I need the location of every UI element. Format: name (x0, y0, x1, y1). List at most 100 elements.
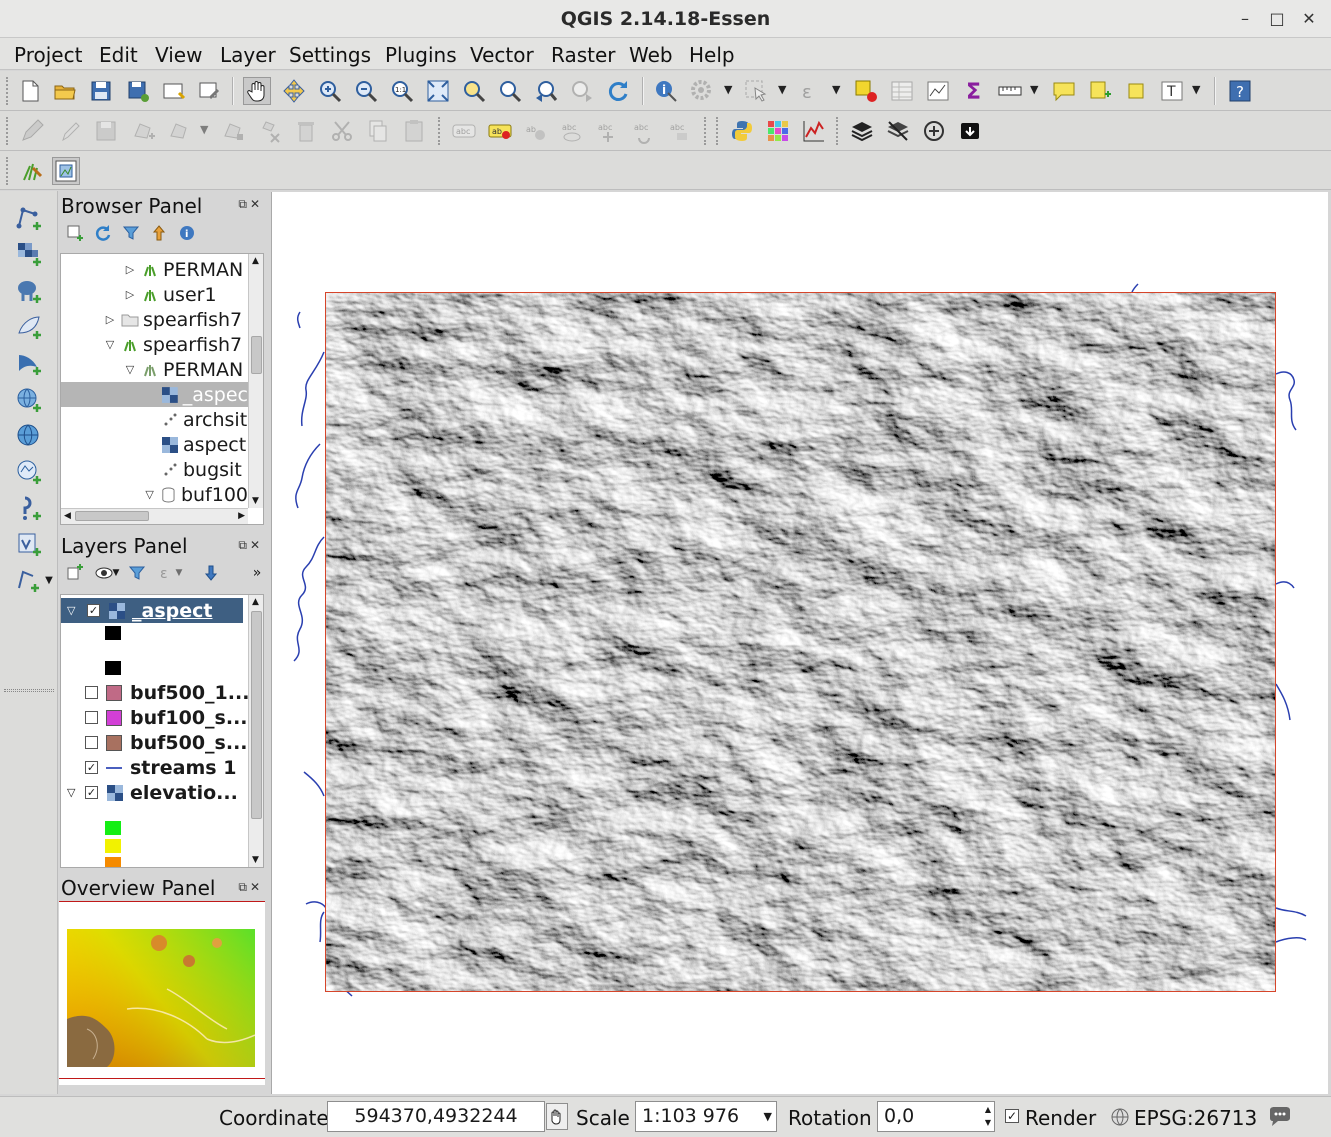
menu-settings[interactable]: Settings (289, 43, 371, 67)
close-button[interactable]: ✕ (1298, 8, 1320, 30)
new-project-icon[interactable] (16, 77, 44, 105)
filter-by-expression-icon[interactable]: ε ▼ (155, 563, 185, 583)
layer-row[interactable]: buf100_s... (85, 705, 248, 730)
crs-label[interactable]: EPSG:26713 (1134, 1106, 1257, 1130)
layer-visibility-checkbox[interactable] (85, 736, 98, 749)
layers-panel-buttons[interactable]: ⧉✕ (238, 538, 263, 553)
move-feature-icon[interactable] (166, 117, 194, 145)
minimize-button[interactable]: – (1234, 8, 1256, 30)
save-as-icon[interactable] (124, 77, 152, 105)
menu-raster[interactable]: Raster (551, 43, 616, 67)
map-canvas[interactable] (271, 192, 1328, 1094)
menu-plugins[interactable]: Plugins (385, 43, 457, 67)
raster-calculator-icon[interactable] (764, 117, 792, 145)
browser-item[interactable]: ▷ PERMAN (123, 257, 248, 282)
zoom-next-icon[interactable] (568, 77, 596, 105)
refresh-icon[interactable] (604, 77, 632, 105)
toggle-extents-icon[interactable] (546, 1103, 568, 1130)
profile-tool-icon[interactable] (800, 117, 828, 145)
add-raster-layer-icon[interactable] (14, 239, 44, 269)
layers-stack-icon[interactable] (848, 117, 876, 145)
browser-item[interactable]: ▽ spearfish7 (103, 332, 248, 357)
open-project-icon[interactable] (51, 77, 79, 105)
overview-map[interactable] (59, 901, 265, 1085)
chevron-down-icon[interactable]: ▼ (764, 1110, 772, 1123)
zoom-to-selection-icon[interactable] (460, 77, 488, 105)
cut-features-icon[interactable] (328, 117, 356, 145)
zoom-to-layer-icon[interactable] (496, 77, 524, 105)
add-delimited-text-icon[interactable] (14, 493, 44, 523)
layer-labeling-icon[interactable]: ab (486, 117, 514, 145)
toolbar-splitter[interactable] (4, 689, 54, 692)
select-features-icon[interactable] (742, 77, 770, 105)
new-layer-dropdown-icon[interactable]: ▼ (14, 565, 54, 595)
map-tips-icon[interactable] (1050, 77, 1078, 105)
browser-item[interactable]: archsit (161, 407, 248, 432)
browser-item[interactable]: bugsit (161, 457, 248, 482)
expand-all-icon[interactable] (201, 563, 221, 583)
layer-visibility-checkbox[interactable]: ✓ (85, 786, 98, 799)
filter-legend-icon[interactable] (127, 563, 147, 583)
browser-vertical-scrollbar[interactable]: ▲ ▼ (248, 254, 263, 508)
add-virtual-layer-icon[interactable] (14, 529, 44, 559)
menu-vector[interactable]: Vector (470, 43, 534, 67)
add-circle-icon[interactable] (920, 117, 948, 145)
layer-visibility-checkbox[interactable]: ✓ (85, 761, 98, 774)
measure-line-icon[interactable] (996, 77, 1024, 105)
field-calculator-icon[interactable] (924, 77, 952, 105)
layers-vertical-scrollbar[interactable]: ▲ ▼ (248, 595, 263, 867)
whats-this-help-icon[interactable]: ? (1226, 77, 1254, 105)
add-group-icon[interactable] (65, 563, 85, 583)
label-toolbar-icon[interactable]: abc (450, 117, 478, 145)
save-project-icon[interactable] (87, 77, 115, 105)
new-print-composer-icon[interactable] (160, 77, 188, 105)
delete-icon[interactable] (292, 117, 320, 145)
pin-labels-icon[interactable]: ab (522, 117, 550, 145)
layer-visibility-checkbox[interactable] (85, 686, 98, 699)
menu-project[interactable]: Project (14, 43, 82, 67)
deselect-features-icon[interactable] (852, 77, 880, 105)
zoom-in-icon[interactable] (316, 77, 344, 105)
paste-features-icon[interactable] (400, 117, 428, 145)
crs-globe-icon[interactable] (1110, 1107, 1130, 1127)
overview-panel-buttons[interactable]: ⧉✕ (238, 880, 263, 895)
select-by-expression-icon[interactable]: ε (796, 77, 824, 105)
refresh-browser-icon[interactable] (93, 223, 113, 243)
rotate-label-icon[interactable]: abc (630, 117, 658, 145)
more-tools-icon[interactable]: » (247, 563, 267, 583)
run-feature-action-icon[interactable] (688, 77, 716, 105)
rotation-spinbox[interactable]: 0,0 ▲ ▼ (877, 1101, 995, 1132)
add-vector-layer-icon[interactable] (14, 203, 44, 233)
show-hide-labels-icon[interactable]: abc (558, 117, 586, 145)
add-wcs-layer-icon[interactable] (14, 421, 44, 451)
attribute-table-icon[interactable] (888, 77, 916, 105)
browser-panel-buttons[interactable]: ⧉✕ (238, 197, 263, 212)
layer-row[interactable]: ▽ ✓ elevatio... (67, 780, 238, 805)
change-label-icon[interactable]: abc (666, 117, 694, 145)
spinbox-arrows-icon[interactable]: ▲ ▼ (985, 1103, 991, 1129)
coordinate-field[interactable]: 594370,4932244 (327, 1101, 545, 1132)
add-postgis-layer-icon[interactable] (14, 276, 44, 306)
node-tool-icon[interactable] (220, 117, 248, 145)
python-console-icon[interactable] (728, 117, 756, 145)
properties-info-icon[interactable]: i (177, 223, 197, 243)
current-edits-icon[interactable] (18, 117, 46, 145)
browser-item[interactable]: ▽ buf100 (143, 482, 248, 507)
menu-edit[interactable]: Edit (99, 43, 138, 67)
show-bookmarks-icon[interactable] (1122, 77, 1150, 105)
download-box-icon[interactable] (956, 117, 984, 145)
grass-tools-icon[interactable] (18, 157, 46, 185)
messages-icon[interactable] (1268, 1106, 1292, 1128)
composer-manager-icon[interactable] (196, 77, 224, 105)
add-wfs-layer-icon[interactable] (14, 457, 44, 487)
pan-to-selection-icon[interactable] (280, 77, 308, 105)
collapse-all-icon[interactable] (149, 223, 169, 243)
add-selected-layers-icon[interactable] (65, 223, 85, 243)
remove-layers-icon[interactable] (884, 117, 912, 145)
text-annotation-icon[interactable]: T (1158, 77, 1186, 105)
menu-web[interactable]: Web (629, 43, 673, 67)
zoom-out-icon[interactable] (352, 77, 380, 105)
grass-region-icon[interactable] (52, 157, 80, 185)
identify-features-icon[interactable]: i (652, 77, 680, 105)
menu-view[interactable]: View (155, 43, 202, 67)
